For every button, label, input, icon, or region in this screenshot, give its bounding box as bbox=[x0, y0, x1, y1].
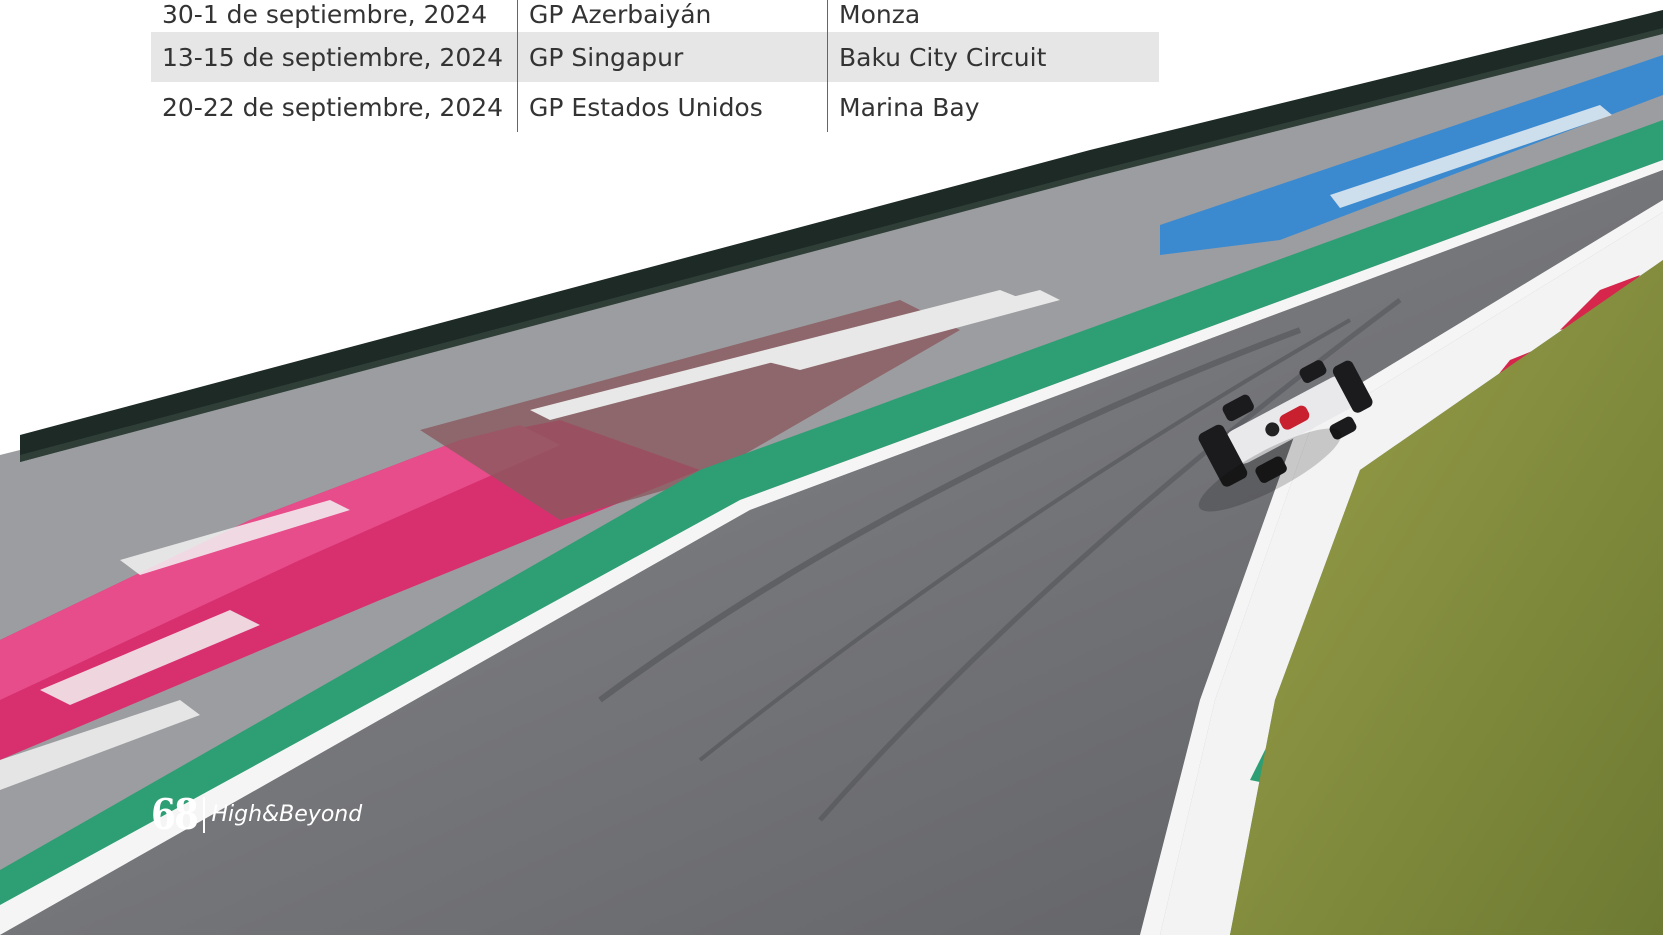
race-schedule-table: 30-1 de septiembre, 2024 GP Azerbaiyán M… bbox=[151, 0, 1159, 132]
page-number: 68 bbox=[151, 790, 199, 839]
grand-prix-cell: GP Azerbaiyán bbox=[517, 0, 828, 32]
date-cell: 20-22 de septiembre, 2024 bbox=[162, 92, 504, 122]
grand-prix-cell: GP Singapur bbox=[517, 32, 828, 82]
circuit-cell: Monza bbox=[827, 0, 1159, 32]
folio-divider bbox=[203, 796, 206, 833]
magazine-name: High&Beyond bbox=[211, 802, 363, 827]
page-folio: 68 High&Beyond bbox=[151, 790, 362, 839]
circuit-cell: Baku City Circuit bbox=[827, 32, 1159, 82]
circuit-cell: Marina Bay bbox=[827, 82, 1159, 132]
date-cell: 30-1 de septiembre, 2024 bbox=[162, 0, 488, 29]
table-row: 20-22 de septiembre, 2024 GP Estados Uni… bbox=[151, 82, 1159, 132]
table-row: 13-15 de septiembre, 2024 GP Singapur Ba… bbox=[151, 32, 1159, 82]
table-row: 30-1 de septiembre, 2024 GP Azerbaiyán M… bbox=[151, 0, 1159, 32]
magazine-page: 30-1 de septiembre, 2024 GP Azerbaiyán M… bbox=[0, 0, 1663, 935]
grand-prix-cell: GP Estados Unidos bbox=[517, 82, 828, 132]
date-cell: 13-15 de septiembre, 2024 bbox=[162, 42, 504, 72]
